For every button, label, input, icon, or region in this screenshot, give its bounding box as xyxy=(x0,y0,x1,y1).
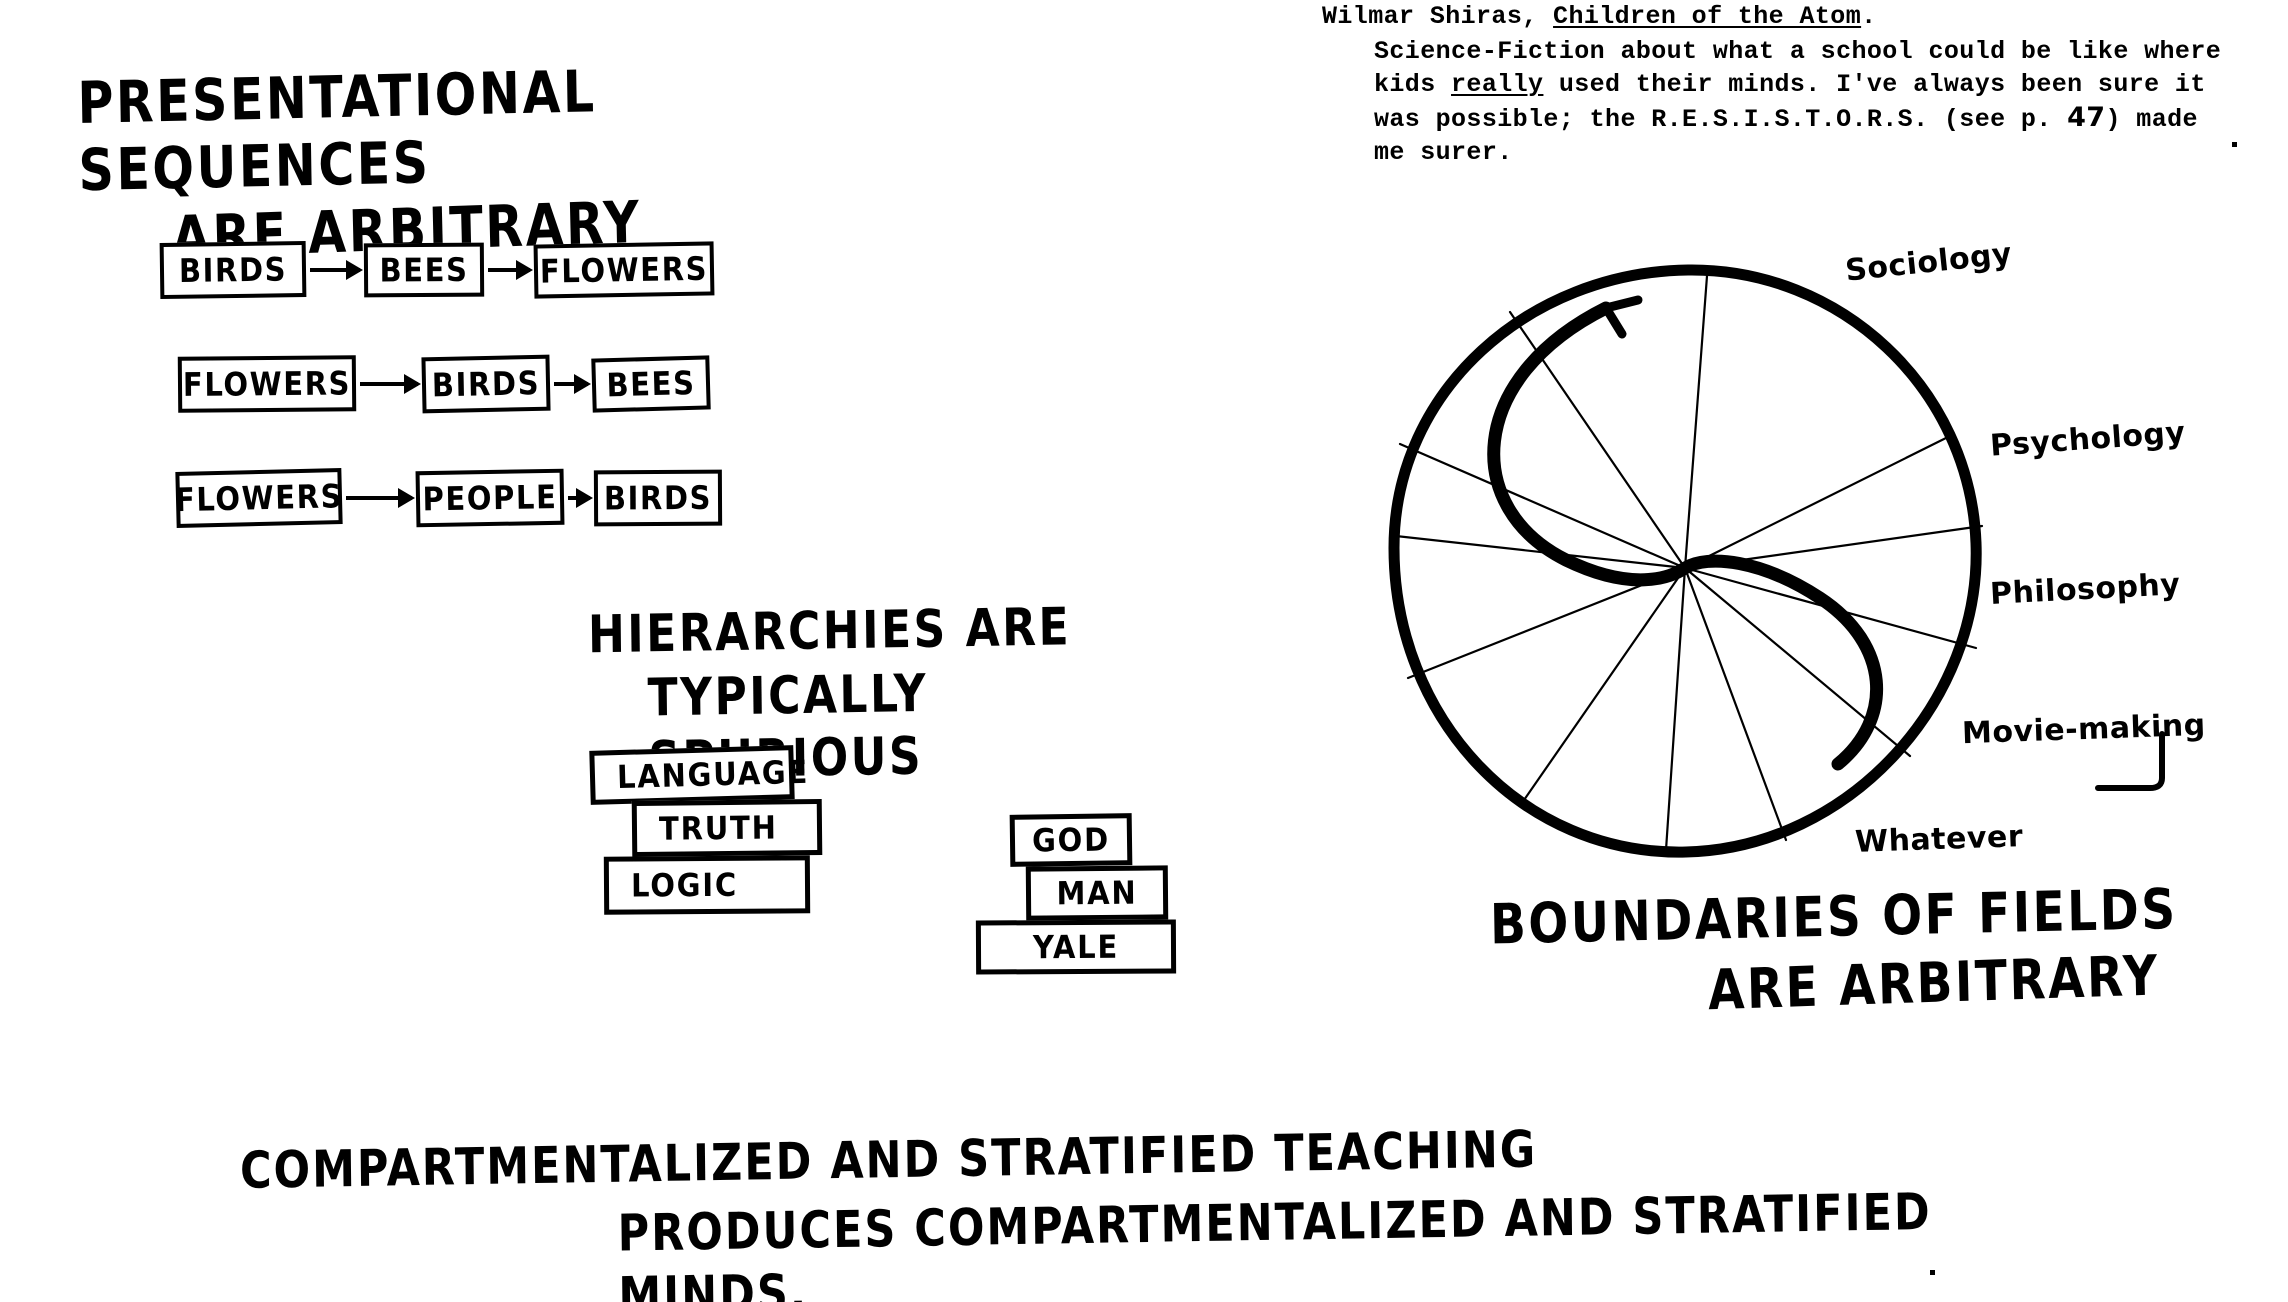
flow-node-box[interactable]: BEES xyxy=(363,242,485,298)
ink-speck xyxy=(2232,142,2237,147)
hierarchy-box-man[interactable]: MAN xyxy=(1025,865,1169,921)
annotation-line-3-pre: was possible; the R.E.S.I.S.T.O.R.S. (se… xyxy=(1374,105,2068,134)
flow-arrow-icon xyxy=(346,496,412,500)
handwritten-notes-page: Wilmar Shiras, Children of the Atom. Sci… xyxy=(0,0,2288,1302)
flow-node-label: FLOWERS xyxy=(174,476,344,520)
citation-author: Wilmar Shiras, xyxy=(1322,2,1554,31)
field-label-philosophy: Philosophy xyxy=(1989,567,2182,612)
caption-line2: PRODUCES COMPARTMENTALIZED AND STRATIFIE… xyxy=(617,1182,1932,1302)
typed-citation-note: Wilmar Shiras, Children of the Atom. Sci… xyxy=(1322,0,2288,169)
s-curve-divider xyxy=(1487,301,1884,771)
flow-node-label: FLOWERS xyxy=(182,364,352,404)
hierarchy-box-truth[interactable]: TRUTH xyxy=(631,799,823,857)
flow-arrow-icon xyxy=(310,268,360,272)
boundaries-of-fields-diagram xyxy=(1370,248,2000,868)
flow-node-box[interactable]: BIRDS xyxy=(593,469,723,527)
flow-node-box[interactable]: BIRDS xyxy=(421,354,551,414)
citation-book-title: Children of the Atom xyxy=(1553,2,1862,31)
hierarchy-box-label: LANGUAGE xyxy=(616,753,810,796)
flow-arrow-icon xyxy=(568,496,590,500)
hierarchy-box-label: MAN xyxy=(1056,873,1138,913)
movie-making-bracket-icon xyxy=(2095,731,2165,791)
heading-boundaries-arbitrary: BOUNDARIES OF FIELDS ARE ARBITRARY xyxy=(1490,877,2250,1023)
heading-presentational-sequences: PRESENTATIONAL SEQUENCES ARE ARBITRARY xyxy=(77,58,778,271)
hierarchy-box-label: YALE xyxy=(1032,928,1120,966)
flow-node-box[interactable]: FLOWERS xyxy=(533,241,715,299)
heading-presentational-line1: PRESENTATIONAL SEQUENCES xyxy=(76,58,598,205)
annotation-emphasis-really: really xyxy=(1451,70,1544,99)
heading-hierarchies-line1: HIERARCHIES ARE xyxy=(587,597,1072,666)
flow-arrow-icon xyxy=(488,268,530,272)
s-curve-arrowhead xyxy=(1601,295,1643,339)
field-label-psychology: Psychology xyxy=(1989,415,2187,464)
flow-arrow-icon xyxy=(360,382,418,386)
hierarchy-box-label: GOD xyxy=(1031,820,1111,860)
annotation-page-number: 47 xyxy=(2067,102,2106,133)
hierarchy-box-label: TRUTH xyxy=(658,808,778,848)
citation-period: . xyxy=(1861,2,1877,31)
flow-node-box[interactable]: BEES xyxy=(591,355,711,413)
citation-line: Wilmar Shiras, Children of the Atom. xyxy=(1322,0,2288,33)
flow-sequence-row-3: FLOWERS PEOPLE BIRDS xyxy=(174,467,723,529)
flow-node-box[interactable]: PEOPLE xyxy=(415,468,565,528)
flow-node-label: BIRDS xyxy=(431,363,541,405)
circle-diagram-svg xyxy=(1388,264,1984,858)
ink-speck xyxy=(1930,1270,1935,1275)
flow-node-label: BIRDS xyxy=(178,250,288,290)
flow-node-label: BIRDS xyxy=(603,478,713,518)
field-label-whatever: Whatever xyxy=(1854,819,2024,860)
citation-annotation: Science-Fiction about what a school coul… xyxy=(1374,35,2288,169)
flow-node-box[interactable]: BIRDS xyxy=(159,240,307,300)
flow-node-label: PEOPLE xyxy=(422,477,558,519)
flow-node-label: BEES xyxy=(605,363,697,405)
annotation-line-3-post: ) made xyxy=(2105,105,2198,134)
flow-node-box[interactable]: FLOWERS xyxy=(174,467,344,529)
annotation-line-4: me surer. xyxy=(1374,138,1513,167)
hierarchy-box-yale[interactable]: YALE xyxy=(975,919,1177,975)
heading-boundaries-line2: ARE ARBITRARY xyxy=(1707,943,2161,1024)
annotation-line-2: kids really used their minds. I've alway… xyxy=(1374,68,2288,101)
hierarchy-box-language[interactable]: LANGUAGE xyxy=(589,745,810,805)
flow-arrow-icon xyxy=(554,382,588,386)
annotation-line-3: was possible; the R.E.S.I.S.T.O.R.S. (se… xyxy=(1374,101,2288,136)
flow-node-label: BEES xyxy=(379,250,469,290)
annotation-line-1: Science-Fiction about what a school coul… xyxy=(1374,37,2222,66)
annotation-line-2-post: used their minds. I've always been sure … xyxy=(1543,70,2206,99)
hierarchy-box-label: LOGIC xyxy=(630,866,739,905)
flow-sequence-row-1: BIRDS BEES FLOWERS xyxy=(159,240,715,300)
hierarchy-box-god[interactable]: GOD xyxy=(1009,813,1133,867)
annotation-line-2-pre: kids xyxy=(1374,70,1452,99)
flow-node-box[interactable]: FLOWERS xyxy=(177,355,357,413)
hierarchy-box-logic[interactable]: LOGIC xyxy=(603,855,811,915)
caption-compartmentalized-teaching: COMPARTMENTALIZED AND STRATIFIED TEACHIN… xyxy=(240,1120,1940,1302)
flow-sequence-row-2: FLOWERS BIRDS BEES xyxy=(177,354,711,414)
flow-node-label: FLOWERS xyxy=(539,249,709,291)
